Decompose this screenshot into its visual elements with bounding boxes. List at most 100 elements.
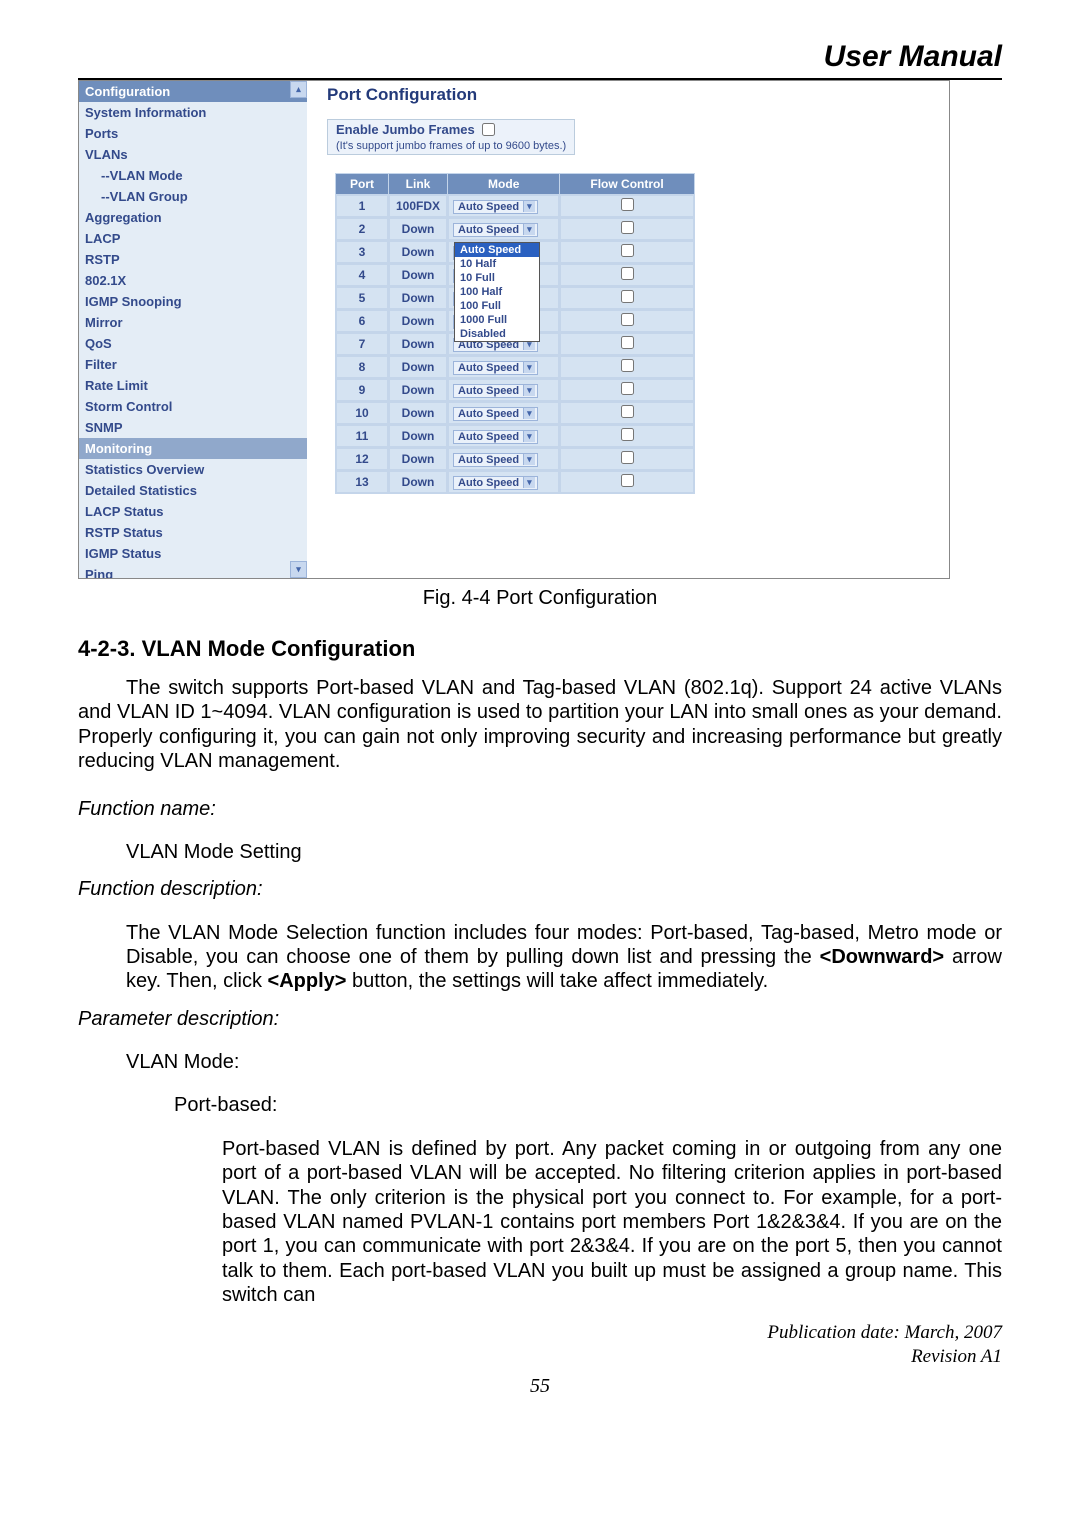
cell-flow-control (560, 356, 693, 378)
sidebar-item-vlan-group[interactable]: --VLAN Group (79, 186, 307, 207)
table-row: 13Down Auto Speed▾ (336, 471, 694, 493)
table-row: 8DownAuto Speed▾ (336, 356, 694, 378)
sidebar-item-rstp-status[interactable]: RSTP Status (79, 522, 307, 543)
sidebar-item-mirror[interactable]: Mirror (79, 312, 307, 333)
flow-control-checkbox[interactable] (621, 451, 634, 464)
flow-control-checkbox[interactable] (621, 428, 634, 441)
cell-mode: Auto Speed▾ (448, 448, 559, 470)
parameter-description-label: Parameter description: (78, 1008, 1002, 1031)
cell-mode: Auto Speed▾ (448, 356, 559, 378)
table-row: 1100FDX Auto Speed▾ (336, 195, 694, 217)
cell-flow-control (560, 333, 693, 355)
cell-flow-control (560, 241, 693, 263)
cell-port: 6 (336, 310, 388, 332)
sidebar-item-storm-control[interactable]: Storm Control (79, 396, 307, 417)
jumbo-checkbox[interactable] (482, 123, 495, 136)
cell-flow-control (560, 471, 693, 493)
chevron-down-icon[interactable]: ▾ (523, 201, 535, 212)
sidebar-item-vlans[interactable]: VLANs (79, 144, 307, 165)
cell-port: 13 (336, 471, 388, 493)
sidebar-item-qos[interactable]: QoS (79, 333, 307, 354)
sidebar-item-filter[interactable]: Filter (79, 354, 307, 375)
dropdown-option[interactable]: Disabled (455, 327, 539, 341)
sidebar-item-vlan-mode[interactable]: --VLAN Mode (79, 165, 307, 186)
chevron-down-icon[interactable]: ▾ (523, 385, 535, 396)
cell-mode: Auto Speed▾Auto Speed10 Half10 Full100 H… (448, 218, 559, 240)
cell-mode: Auto Speed▾ (448, 425, 559, 447)
sidebar-monitoring-header[interactable]: Monitoring (79, 438, 307, 459)
sidebar-item-stats-overview[interactable]: Statistics Overview (79, 459, 307, 480)
mode-dropdown[interactable]: Auto Speed▾ (453, 384, 538, 398)
mode-dropdown[interactable]: Auto Speed▾ (453, 361, 538, 375)
flow-control-checkbox[interactable] (621, 474, 634, 487)
flow-control-checkbox[interactable] (621, 382, 634, 395)
flow-control-checkbox[interactable] (621, 244, 634, 257)
flow-control-checkbox[interactable] (621, 221, 634, 234)
cell-port: 1 (336, 195, 388, 217)
sidebar-item-lacp[interactable]: LACP (79, 228, 307, 249)
chevron-down-icon[interactable]: ▾ (523, 362, 535, 373)
mode-dropdown[interactable]: Auto Speed▾ (453, 476, 538, 490)
scroll-up-icon[interactable]: ▴ (290, 81, 307, 98)
sidebar-item-8021x[interactable]: 802.1X (79, 270, 307, 291)
sidebar-config-header[interactable]: Configuration (79, 81, 307, 102)
cell-flow-control (560, 287, 693, 309)
figure-caption: Fig. 4-4 Port Configuration (78, 587, 1002, 610)
dropdown-option[interactable]: 10 Full (455, 271, 539, 285)
dropdown-option[interactable]: 100 Half (455, 285, 539, 299)
dropdown-option[interactable]: 100 Full (455, 299, 539, 313)
table-row: 11DownAuto Speed▾ (336, 425, 694, 447)
flow-control-checkbox[interactable] (621, 267, 634, 280)
mode-dropdown[interactable]: Auto Speed▾ (453, 430, 538, 444)
function-name-label: Function name: (78, 798, 1002, 821)
jumbo-label: Enable Jumbo Frames (336, 122, 475, 137)
cell-mode: Auto Speed▾ (448, 471, 559, 493)
sidebar-item-lacp-status[interactable]: LACP Status (79, 501, 307, 522)
flow-control-checkbox[interactable] (621, 290, 634, 303)
dropdown-option[interactable]: 1000 Full (455, 313, 539, 327)
cell-port: 5 (336, 287, 388, 309)
dropdown-option[interactable]: 10 Half (455, 257, 539, 271)
function-name-value: VLAN Mode Setting (126, 841, 1002, 864)
mode-dropdown[interactable]: Auto Speed▾ (453, 407, 538, 421)
flow-control-checkbox[interactable] (621, 359, 634, 372)
mode-dropdown[interactable]: Auto Speed▾Auto Speed10 Half10 Full100 H… (453, 223, 538, 237)
flow-control-checkbox[interactable] (621, 313, 634, 326)
flow-control-checkbox[interactable] (621, 336, 634, 349)
flow-control-checkbox[interactable] (621, 405, 634, 418)
jumbo-frames-box: Enable Jumbo Frames (It's support jumbo … (327, 119, 575, 155)
cell-link: Down (389, 379, 447, 401)
flow-control-checkbox[interactable] (621, 198, 634, 211)
cell-link: Down (389, 448, 447, 470)
header-title: User Manual (78, 40, 1002, 74)
chevron-down-icon[interactable]: ▾ (523, 454, 535, 465)
cell-link: Down (389, 471, 447, 493)
scroll-down-icon[interactable]: ▾ (290, 561, 307, 578)
mode-dropdown[interactable]: Auto Speed▾ (453, 200, 538, 214)
cell-link: Down (389, 218, 447, 240)
dropdown-option[interactable]: Auto Speed (455, 243, 539, 257)
sidebar-item-aggregation[interactable]: Aggregation (79, 207, 307, 228)
mode-dropdown[interactable]: Auto Speed▾ (453, 453, 538, 467)
chevron-down-icon[interactable]: ▾ (523, 408, 535, 419)
sidebar-item-detailed-stats[interactable]: Detailed Statistics (79, 480, 307, 501)
cell-port: 3 (336, 241, 388, 263)
sidebar-item-rate-limit[interactable]: Rate Limit (79, 375, 307, 396)
cell-port: 9 (336, 379, 388, 401)
sidebar-item-ping[interactable]: Ping (79, 564, 307, 578)
chevron-down-icon[interactable]: ▾ (523, 224, 535, 235)
sidebar-item-igmp-status[interactable]: IGMP Status (79, 543, 307, 564)
sidebar-item-rstp[interactable]: RSTP (79, 249, 307, 270)
cell-link: 100FDX (389, 195, 447, 217)
cell-port: 12 (336, 448, 388, 470)
sidebar-item-snmp[interactable]: SNMP (79, 417, 307, 438)
cell-link: Down (389, 241, 447, 263)
chevron-down-icon[interactable]: ▾ (523, 477, 535, 488)
cell-link: Down (389, 264, 447, 286)
chevron-down-icon[interactable]: ▾ (523, 431, 535, 442)
sidebar-item-sysinfo[interactable]: System Information (79, 102, 307, 123)
table-row: 12Down Auto Speed▾ (336, 448, 694, 470)
sidebar-item-ports[interactable]: Ports (79, 123, 307, 144)
mode-dropdown-list[interactable]: Auto Speed10 Half10 Full100 Half100 Full… (454, 242, 540, 342)
sidebar-item-igmp-snooping[interactable]: IGMP Snooping (79, 291, 307, 312)
